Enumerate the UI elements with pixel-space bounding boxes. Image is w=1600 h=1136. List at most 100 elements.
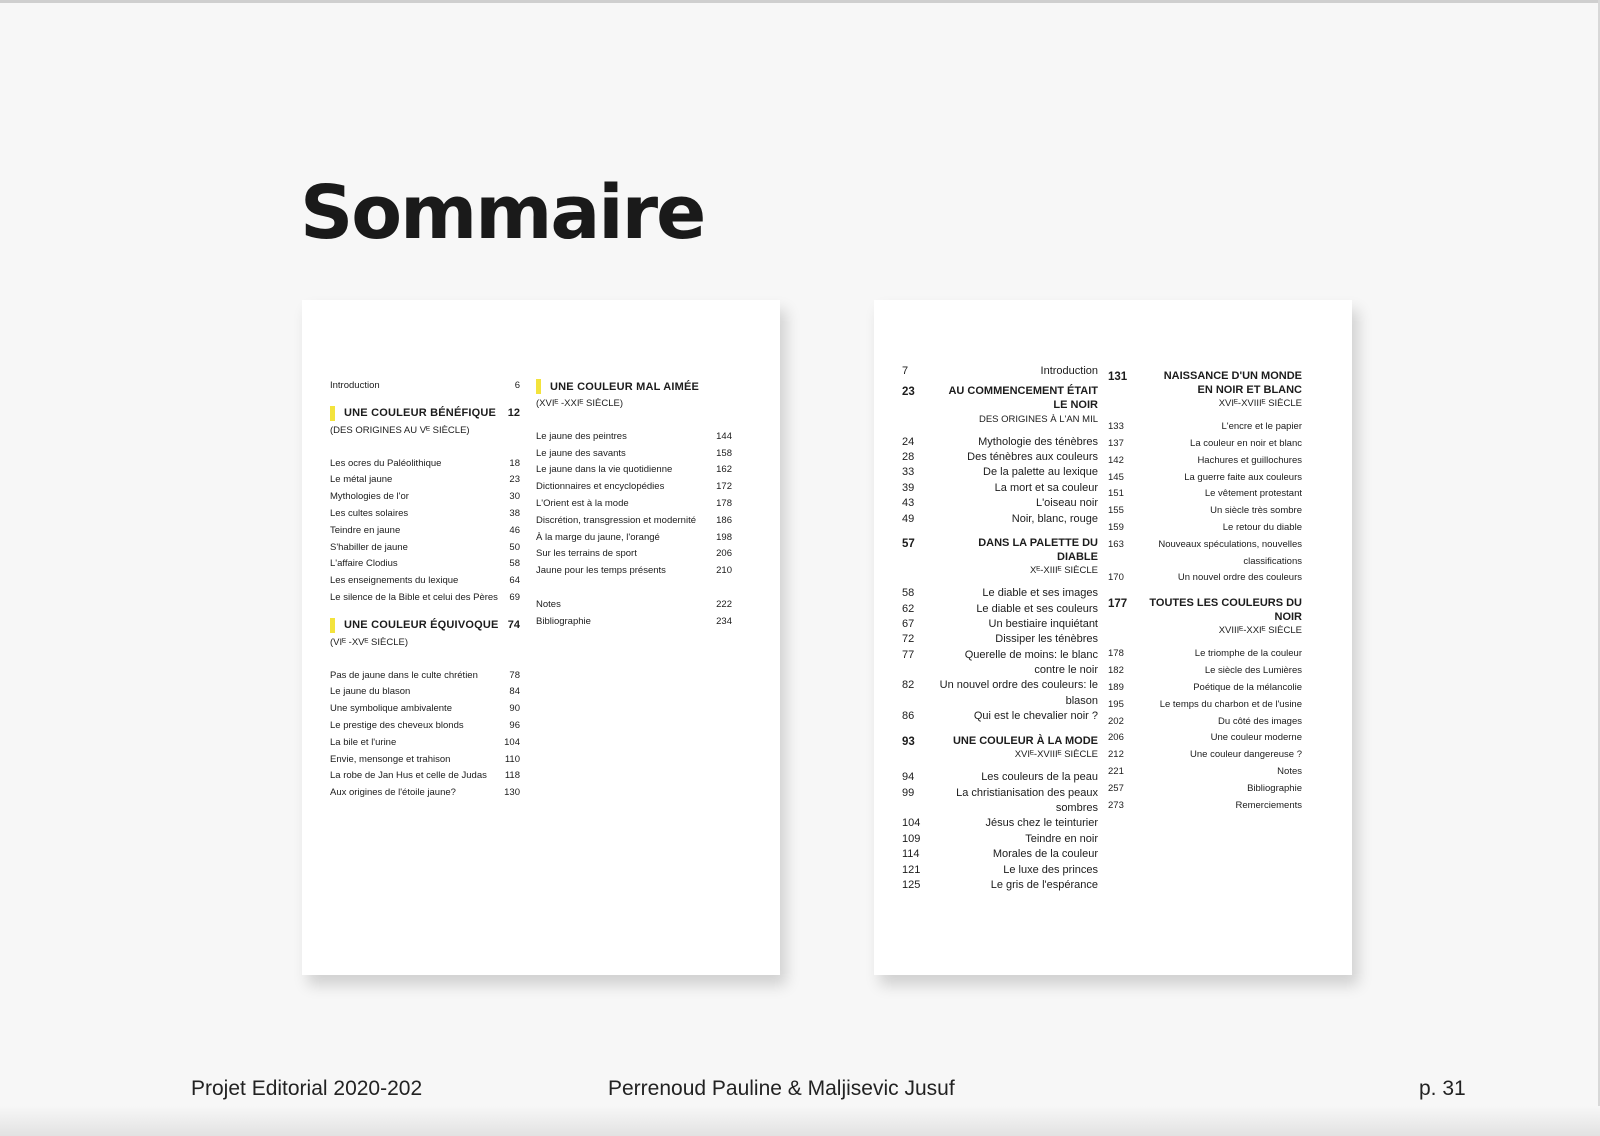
toc-entry-label: Introduction [1040,365,1098,377]
toc-entry: Mythologies de l'or 30 [330,489,520,506]
toc-entry-label: Le siècle des Lumières [1204,665,1302,677]
toc-entry-label: Le luxe des princes [1003,863,1098,876]
toc-entry-page: 130 [504,787,520,799]
toc-entry-label: Le métal jaune [330,474,393,486]
toc-entry-page: 72 [902,633,915,646]
toc-entry: À la marge du jaune, l'orangé 198 [536,530,732,547]
toc-entry: Introduction 6 [330,378,520,395]
toc-entry-page: 43 [902,497,915,510]
toc-entry-label: Remerciements [1235,799,1302,811]
toc-entry-label: Notes [536,598,561,610]
toc-entry-label: Morales de la couleur [992,848,1098,861]
toc-page-right: 7 Introduction 23 AU COMMENCEMENT ÉTAIT LE… [874,300,1352,975]
toc-section-page: 74 [507,619,520,632]
toc-entry-label: Hachures et guillochures [1197,454,1302,466]
toc-entry-page: 221 [1108,765,1124,777]
toc-entry: 109 Teindre en noir [902,832,1098,847]
toc-entry-label: Le prestige des cheveux blonds [330,719,464,731]
toc-entry-page: 86 [902,710,915,723]
toc-entry-page: 69 [509,591,520,603]
toc-entry: 121 Le luxe des princes [902,863,1098,878]
toc-section-page: 57 [902,537,915,550]
toc-entry-label: Les couleurs de la peau [981,771,1098,784]
toc-entry-page: 151 [1108,488,1124,500]
toc-entry-label: Les enseignements du lexique [330,575,459,587]
toc-right-column-2: 131 NAISSANCE D'UN MONDE EN NOIR ET BLANC X… [1108,364,1302,818]
toc-entry-page: 84 [509,686,520,698]
toc-entry-label: Aux origines de l'étoile jaune? [330,787,456,799]
toc-entry-label: Le jaune du blason [330,686,411,698]
toc-entry-label: Une symbolique ambivalente [330,703,452,715]
toc-entry: 257 Bibliographie [1108,781,1302,798]
toc-entry-label: La mort et sa couleur [994,481,1098,494]
toc-entry-label: Sur les terrains de sport [536,548,637,560]
toc-entry-label: Discrétion, transgression et modernité [536,514,696,526]
toc-entry-page: 110 [504,753,520,765]
toc-entry-label: L'oiseau noir [1035,497,1098,510]
toc-section-header: 177 TOUTES LES COULEURS DU NOIR XVIIIᴱ-XXIᴱ… [1108,597,1302,638]
toc-entry-label: Le jaune des savants [536,447,626,459]
toc-entry: S'habiller de jaune 50 [330,540,520,557]
toc-entry: 43 L'oiseau noir [902,496,1098,511]
toc-entry-page: 114 [902,848,920,861]
toc-entry: 114 Morales de la couleur [902,847,1098,862]
toc-entry-label: L'Orient est à la mode [536,497,629,509]
toc-entry-label: Mythologies de l'or [330,491,409,503]
toc-entry-label: Notes [1277,765,1302,777]
toc-section-title: UNE COULEUR ÉQUIVOQUE [330,617,499,634]
toc-entry-label: Des ténèbres aux couleurs [967,450,1098,463]
toc-entry-page: 46 [509,524,520,536]
toc-entry-page: 158 [716,447,732,459]
toc-entry-label: Teindre en jaune [330,524,401,536]
toc-entry: 125 Le gris de l'espérance [902,878,1098,893]
toc-entry-label: La robe de Jan Hus et celle de Judas [330,770,487,782]
toc-entry-page: 58 [902,587,915,600]
toc-entry: 104 Jésus chez le teinturier [902,816,1098,831]
toc-entry-page: 6 [514,380,520,391]
toc-entry-label: Le jaune dans la vie quotidienne [536,464,673,476]
toc-entry: 99 La christianisation des peaux sombres [902,786,1098,817]
toc-section-page: 177 [1108,598,1128,611]
toc-entry-label: Dissiper les ténèbres [995,633,1098,646]
toc-section-heading: UNE COULEUR À LA MODE XVIᴱ-XVIIIᴱ SIÈCLE [938,735,1098,763]
toc-entry-page: 206 [1108,732,1124,744]
toc-entry: 58 Le diable et ses images [902,586,1098,601]
toc-entry-page: 125 [902,879,921,891]
toc-entry-page: 170 [1108,572,1124,584]
toc-entry-label: Une couleur moderne [1210,732,1302,744]
toc-entry-page: 94 [902,771,915,784]
toc-entry-page: 257 [1108,782,1124,794]
toc-entry-page: 206 [716,548,732,560]
toc-entry: 273 Remerciements [1108,798,1302,815]
toc-entry-label: S'habiller de jaune [330,541,408,553]
toc-entry: 212 Une couleur dangereuse ? [1108,747,1302,764]
toc-entry: 62 Le diable et ses couleurs [902,602,1098,617]
toc-entry-label: Le gris de l'espérance [990,879,1098,891]
toc-items: Le jaune des peintres 144 Le jaune des sav… [536,429,732,580]
toc-entry: 182 Le siècle des Lumières [1108,663,1302,680]
toc-page-left: Introduction 6 UNE COULEUR BÉNÉFIQUE 12 (D… [302,300,780,975]
toc-entry-label: Dictionnaires et encyclopédies [536,481,665,493]
toc-section-page: 93 [902,735,915,748]
toc-entry-label: Les ocres du Paléolithique [330,457,442,469]
toc-entry-label: Le triomphe de la couleur [1194,648,1302,660]
toc-entry: Le jaune des peintres 144 [536,429,732,446]
toc-entry-label: Un nouvel ordre des couleurs: le blason [939,679,1098,707]
toc-entry-page: 144 [716,430,732,442]
toc-entry: Les cultes solaires 38 [330,506,520,523]
toc-entry-page: 77 [902,648,915,661]
toc-entry: Le jaune dans la vie quotidienne 162 [536,462,732,479]
toc-entry-label: La couleur en noir et blanc [1190,437,1302,449]
footer-authors: Perrenoud Pauline & Maljisevic Jusuf [608,1077,955,1100]
toc-entry-label: Un siècle très sombre [1210,505,1302,517]
toc-entry: Teindre en jaune 46 [330,523,520,540]
toc-entry-page: 159 [1108,521,1124,533]
toc-entry-label: Le temps du charbon et de l'usine [1159,698,1302,710]
toc-entry-page: 39 [902,481,915,494]
toc-entry-page: 7 [902,365,909,377]
toc-entry-label: Les cultes solaires [330,507,409,519]
toc-entry: 170 Un nouvel ordre des couleurs [1108,570,1302,587]
toc-entry-page: 64 [509,575,520,587]
